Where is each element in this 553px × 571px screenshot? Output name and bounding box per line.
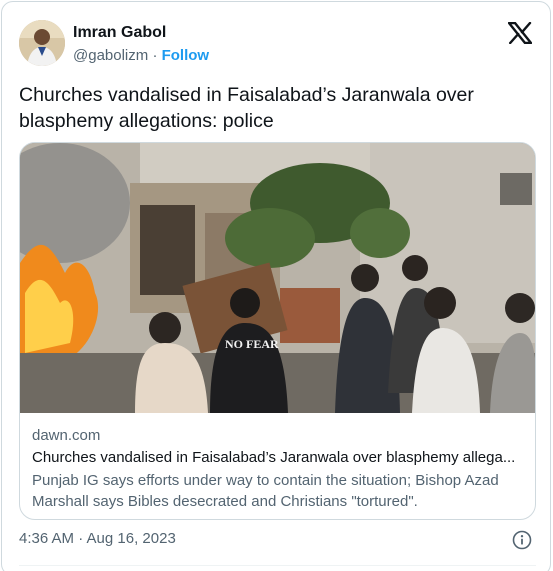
- card-description: Punjab IG says efforts under way to cont…: [32, 472, 499, 510]
- card-meta: dawn.com Churches vandalised in Faisalab…: [32, 426, 527, 512]
- tweet-text: Churches vandalised in Faisalabad’s Jara…: [19, 84, 474, 132]
- author-name[interactable]: Imran Gabol: [73, 24, 166, 42]
- follow-button[interactable]: Follow: [162, 47, 210, 64]
- author-handle[interactable]: @gabolizm: [73, 47, 148, 64]
- card-title[interactable]: Churches vandalised in Faisalabad’s Jara…: [32, 448, 527, 468]
- x-logo-icon[interactable]: [507, 21, 533, 45]
- card-domain[interactable]: dawn.com: [32, 426, 527, 446]
- info-icon[interactable]: [512, 530, 532, 550]
- link-preview-card[interactable]: NO FEAR dawn.com Churches vandalised in …: [19, 142, 536, 520]
- tweet-timestamp[interactable]: 4:36 AM · Aug 16, 2023: [19, 530, 176, 547]
- author-line: @gabolizm · Follow: [73, 47, 209, 64]
- bottom-divider: [19, 565, 536, 566]
- tweet-card: Imran Gabol @gabolizm · Follow Churches …: [1, 1, 551, 571]
- separator-dot: ·: [152, 47, 158, 64]
- card-image[interactable]: NO FEAR: [20, 143, 535, 413]
- shirt-text: NO FEAR: [225, 337, 279, 351]
- avatar[interactable]: [19, 20, 65, 66]
